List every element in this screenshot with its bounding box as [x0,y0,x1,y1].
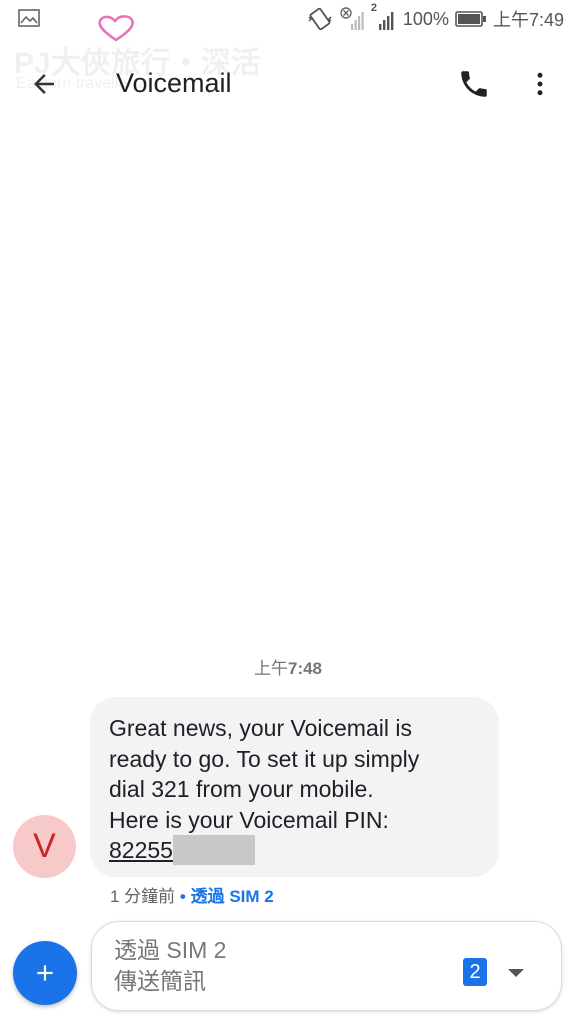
timestamp-prefix: 上午 [253,659,288,678]
voicemail-pin-link[interactable]: 82255 [109,837,173,863]
sender-avatar[interactable]: V [13,815,76,878]
message-line: Here is your Voicemail PIN: [109,806,389,833]
vibrate-icon [307,7,333,31]
compose-placeholder-line2: 傳送簡訊 [114,968,206,994]
compose-field[interactable]: 透過 SIM 2 傳送簡訊 2 [91,921,562,1011]
status-bar: 2 100% 上午7:49 [0,0,576,40]
meta-separator: • [175,887,191,906]
dropdown-arrow-icon [508,969,524,977]
compose-placeholder-line1: 透過 SIM 2 [114,937,227,963]
gallery-notification-icon [18,9,40,32]
message-line: Great news, your Voicemail is [109,715,412,741]
compose-placeholder[interactable]: 透過 SIM 2 傳送簡訊 [114,935,226,997]
call-button[interactable] [452,62,496,106]
add-attachment-button[interactable] [13,941,77,1005]
app-bar: Voicemail [0,50,576,116]
message-line: dial 321 from your mobile. [109,776,374,802]
avatar-letter: V [33,827,56,865]
heart-watermark-icon [96,14,136,47]
no-signal-sim1-icon [339,6,365,32]
message-line: 82255 [109,835,481,866]
message-sim: 透過 SIM 2 [190,887,274,906]
message-age: 1 分鐘前 [110,887,176,906]
status-time: 上午7:49 [492,10,564,30]
timestamp-time: 7:48 [287,659,323,678]
message-line: ready to go. To set it up simply [109,745,420,772]
sim-selector-badge[interactable]: 2 [463,958,487,986]
plus-icon [37,965,53,981]
sim-dropdown-button[interactable] [506,966,526,984]
message-timestamp: 上午7:48 [0,654,576,679]
status-icons: 2 100% 上午7:49 [307,2,564,32]
battery-icon [455,10,487,28]
phone-icon [461,71,487,97]
message-bubble[interactable]: Great news, your Voicemail is ready to g… [90,697,499,877]
battery-percent: 100% [402,8,449,29]
redacted-pin [172,835,255,865]
more-vert-icon [537,72,543,96]
more-options-button[interactable] [518,62,562,106]
conversation-title: Voicemail [116,68,232,98]
arrow-back-icon [34,74,54,94]
back-button[interactable] [22,62,66,106]
signal-sim2-icon: 2 [371,2,397,32]
message-meta: 1 分鐘前 • 透過 SIM 2 [110,882,274,907]
